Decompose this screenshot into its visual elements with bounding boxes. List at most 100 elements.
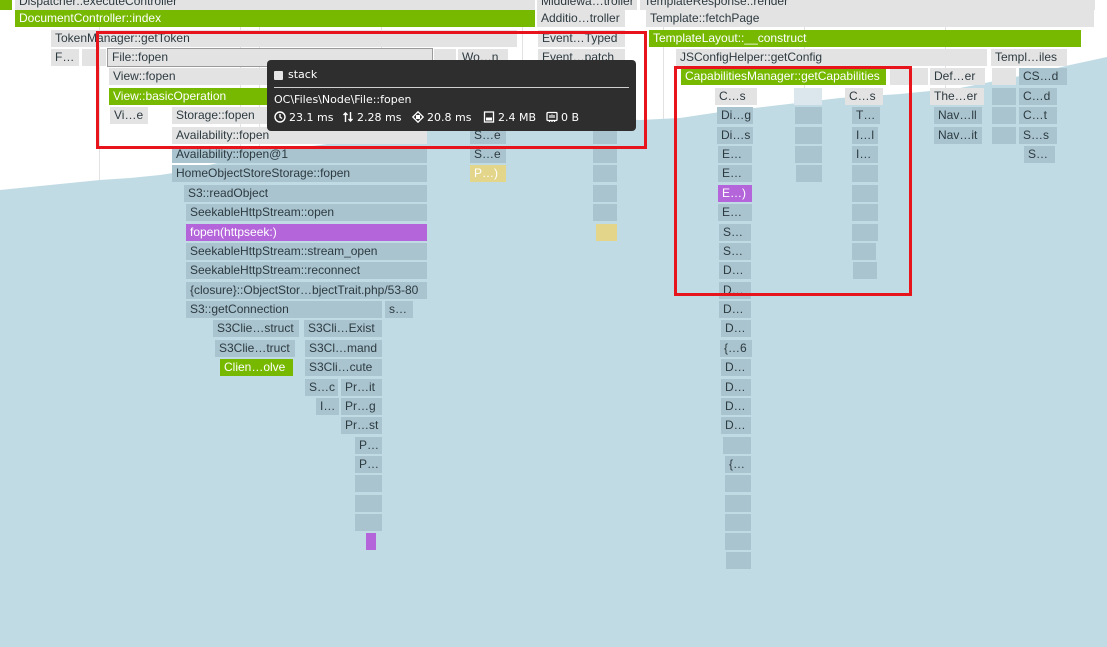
frame-d-6[interactable]: D… <box>721 379 751 396</box>
flamegraph-canvas[interactable]: Dispatcher::executeController Middlewa…t… <box>0 0 1107 647</box>
frame[interactable] <box>992 68 1016 85</box>
frame[interactable] <box>726 552 751 569</box>
frame-vi-e[interactable]: Vi…e <box>110 107 148 124</box>
frame-d-4[interactable]: D… <box>721 320 751 337</box>
frame-dispatcher-execute-controller[interactable]: Dispatcher::executeController <box>15 0 535 10</box>
frame-s-s[interactable]: S…s <box>1019 127 1057 144</box>
frame[interactable] <box>992 88 1016 105</box>
frame-s3-read-object[interactable]: S3::readObject <box>184 185 427 202</box>
frame-s[interactable]: s… <box>385 301 413 318</box>
frame-c-t[interactable]: C…t <box>1019 107 1057 124</box>
frame[interactable] <box>795 107 822 124</box>
frame-s-e-2[interactable]: S…e <box>470 146 506 163</box>
frame-availability-fopen-1[interactable]: Availability::fopen@1 <box>172 146 427 163</box>
frame-def-er[interactable]: Def…er <box>930 68 985 85</box>
frame[interactable] <box>596 224 617 241</box>
frame[interactable] <box>725 533 751 550</box>
frame-cs-d[interactable]: CS…d <box>1019 68 1067 85</box>
frame-closure-object-store[interactable]: {closure}::ObjectStor…bjectTrait.php/53-… <box>186 282 427 299</box>
frame[interactable] <box>852 224 878 241</box>
frame-s-c[interactable]: S…c <box>305 379 338 396</box>
frame-f[interactable]: F… <box>51 49 79 66</box>
frame-capabilities-manager-get-capabilities[interactable]: CapabilitiesManager::getCapabilities <box>681 68 886 85</box>
frame-nav-it[interactable]: Nav…it <box>934 127 982 144</box>
frame-d-2[interactable]: D… <box>719 282 751 299</box>
frame[interactable] <box>593 204 617 221</box>
frame-fopen-httpseek[interactable]: fopen(httpseek:) <box>186 224 427 241</box>
frame-pr-g[interactable]: Pr…g <box>341 398 382 415</box>
frame[interactable] <box>725 495 751 512</box>
frame-di-g[interactable]: Di…g <box>717 107 753 124</box>
frame[interactable] <box>355 475 382 492</box>
frame-p-2[interactable]: P… <box>355 437 382 454</box>
frame[interactable] <box>355 514 382 531</box>
frame-t[interactable]: T… <box>852 107 880 124</box>
frame-p[interactable]: P…) <box>470 165 506 182</box>
frame-seekable-http-stream-reconnect[interactable]: SeekableHttpStream::reconnect <box>186 262 427 279</box>
frame[interactable] <box>853 262 877 279</box>
frame-the-er[interactable]: The…er <box>930 88 984 105</box>
frame-s3-client-command[interactable]: S3Cl…mand <box>305 340 382 357</box>
frame-pr-it[interactable]: Pr…it <box>341 379 382 396</box>
frame-closure-6[interactable]: {…6 <box>720 340 752 357</box>
frame[interactable] <box>795 146 822 163</box>
frame-js-config-helper-get-config[interactable]: JSConfigHelper::getConfig <box>676 49 987 66</box>
frame[interactable] <box>794 88 822 105</box>
frame[interactable] <box>82 49 106 66</box>
frame-middleware-controller[interactable]: Middlewa…troller <box>537 0 637 10</box>
frame-e-2[interactable]: E… <box>718 165 752 182</box>
frame-d[interactable]: D… <box>719 262 751 279</box>
frame-seekable-http-stream-open[interactable]: SeekableHttpStream::open <box>186 204 427 221</box>
frame[interactable] <box>366 533 376 550</box>
frame-p-3[interactable]: P… <box>355 456 382 473</box>
frame[interactable] <box>852 204 878 221</box>
frame[interactable] <box>992 127 1016 144</box>
frame-closure[interactable]: {… <box>725 456 751 473</box>
frame[interactable] <box>593 146 617 163</box>
frame[interactable] <box>593 185 617 202</box>
frame[interactable] <box>723 437 751 454</box>
frame-storage-fopen[interactable]: Storage::fopen <box>172 107 268 124</box>
frame-template-layout-construct[interactable]: TemplateLayout::__construct <box>649 30 1081 47</box>
frame-nav-ll[interactable]: Nav…ll <box>934 107 982 124</box>
frame-capabilities-c-s-2[interactable]: C…s <box>845 88 883 105</box>
frame[interactable] <box>795 127 822 144</box>
frame-event-typed[interactable]: Event…Typed <box>538 30 625 47</box>
frame-c-d[interactable]: C…d <box>1019 88 1057 105</box>
frame-di-s[interactable]: Di…s <box>717 127 753 144</box>
frame-i-l[interactable]: I…l <box>852 127 878 144</box>
frame-e-3[interactable]: E…) <box>718 185 752 202</box>
frame-e[interactable]: E… <box>718 146 752 163</box>
frame-s-2[interactable]: S… <box>719 224 751 241</box>
frame[interactable] <box>0 0 12 10</box>
frame-d-7[interactable]: D… <box>721 398 751 415</box>
frame-s-3[interactable]: S… <box>719 243 751 260</box>
frame-home-object-store-storage-fopen[interactable]: HomeObjectStoreStorage::fopen <box>172 165 427 182</box>
frame[interactable] <box>725 514 751 531</box>
frame[interactable] <box>852 243 876 260</box>
frame-additional-controller[interactable]: Additio…troller <box>537 10 625 27</box>
frame-token-manager-get-token[interactable]: TokenManager::getToken <box>51 30 517 47</box>
frame-view-basic-operation[interactable]: View::basicOperation <box>109 88 269 105</box>
frame[interactable] <box>725 475 751 492</box>
frame-template-response-render[interactable]: TemplateResponse::render <box>640 0 1095 10</box>
frame-templ-iles[interactable]: Templ…iles <box>991 49 1067 66</box>
frame-s3-client-construct[interactable]: S3Clie…struct <box>213 320 299 337</box>
frame-d-8[interactable]: D… <box>721 417 751 434</box>
frame[interactable] <box>852 165 878 182</box>
frame[interactable] <box>852 185 878 202</box>
frame-capabilities-c-s[interactable]: C…s <box>715 88 757 105</box>
frame-i[interactable]: I… <box>852 146 878 163</box>
frame-d-5[interactable]: D… <box>721 359 751 376</box>
frame-s3-get-connection[interactable]: S3::getConnection <box>186 301 382 318</box>
frame-pr-st[interactable]: Pr…st <box>341 417 382 434</box>
frame[interactable] <box>355 495 382 512</box>
frame-d-3[interactable]: D… <box>719 301 751 318</box>
frame-s[interactable]: S… <box>1024 146 1055 163</box>
frame[interactable] <box>992 107 1016 124</box>
frame[interactable] <box>890 68 928 85</box>
frame[interactable] <box>796 165 822 182</box>
frame-seekable-http-stream-stream-open[interactable]: SeekableHttpStream::stream_open <box>186 243 427 260</box>
frame-s3-client-construct-2[interactable]: S3Clie…truct <box>215 340 295 357</box>
frame[interactable] <box>593 165 617 182</box>
